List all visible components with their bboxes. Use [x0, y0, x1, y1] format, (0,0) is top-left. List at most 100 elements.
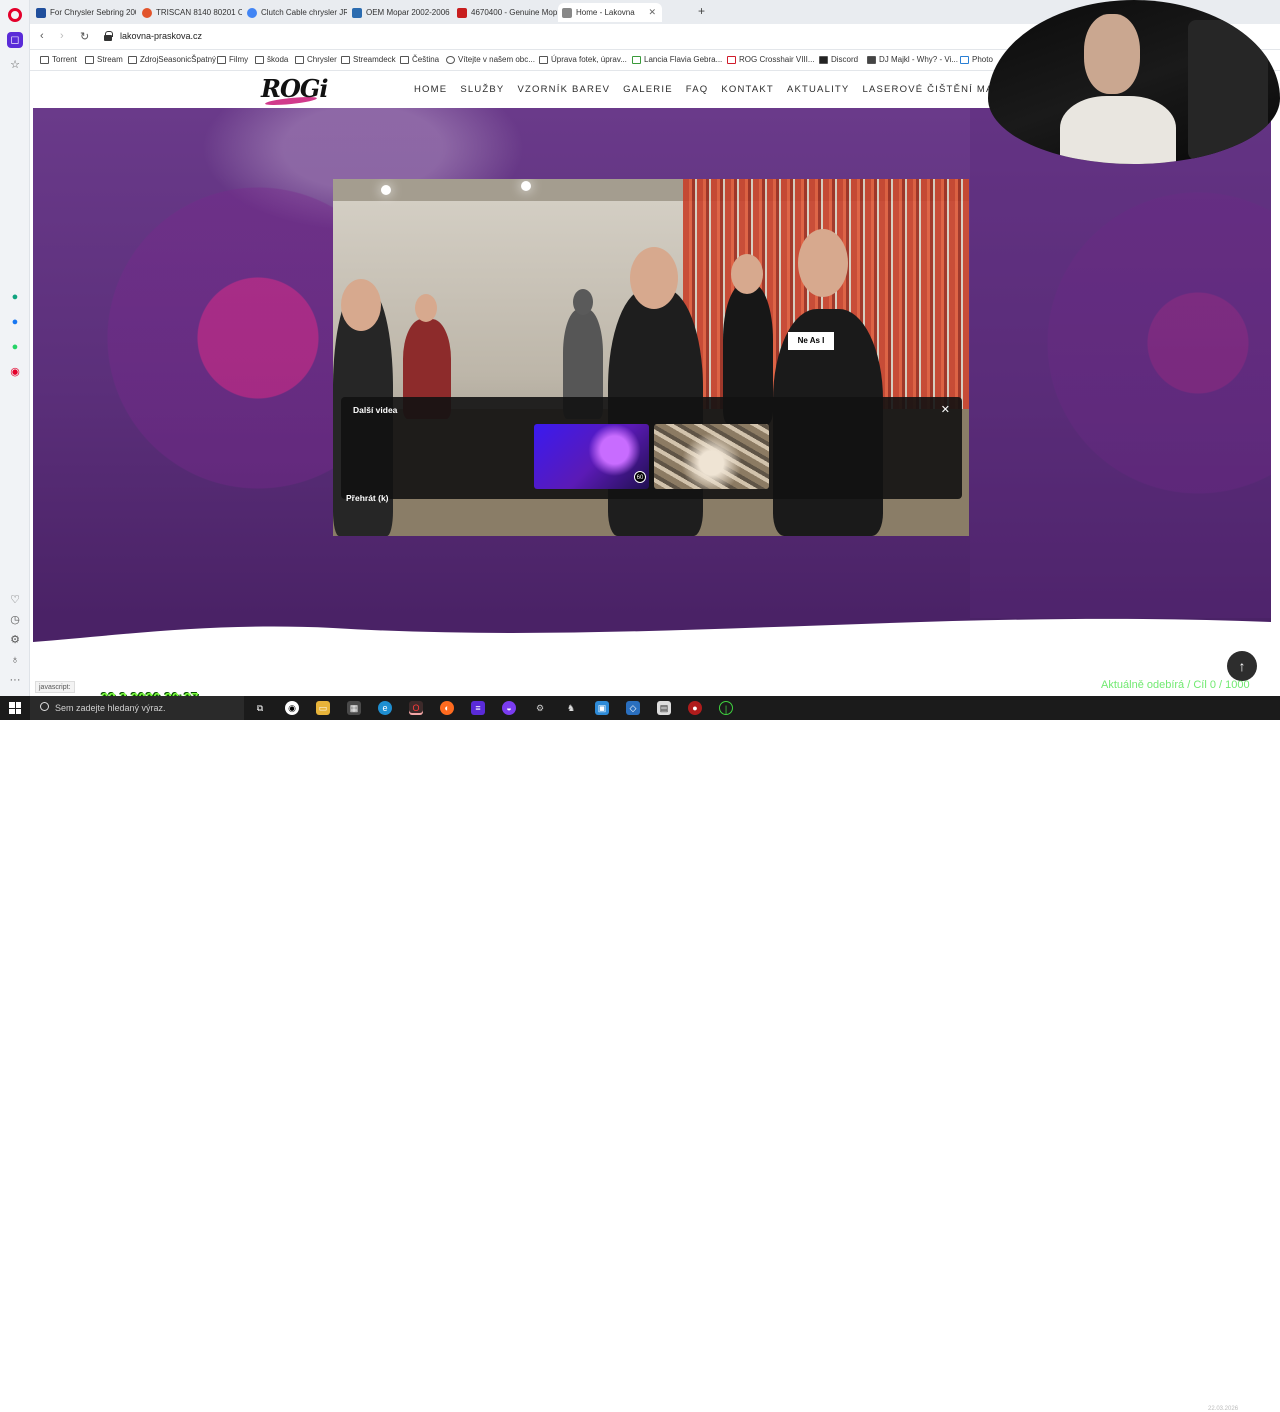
- app-icon[interactable]: ▤: [657, 701, 671, 715]
- music-icon[interactable]: ◉: [7, 364, 23, 380]
- menu-item-faq[interactable]: FAQ: [686, 84, 709, 95]
- play-label[interactable]: Přehrát (k): [346, 493, 389, 503]
- pinboard-icon[interactable]: ☆: [7, 57, 23, 73]
- taskbar-search[interactable]: Sem zadejte hledaný výraz.: [30, 696, 244, 720]
- folder-icon: [400, 56, 409, 64]
- app-icon[interactable]: ●: [688, 701, 702, 715]
- rog-icon: [727, 56, 736, 64]
- tray-date: 22.03.2026: [1208, 1406, 1239, 1412]
- tab-0[interactable]: For Chrysler Sebring 2007: [32, 3, 136, 22]
- video-light: [521, 181, 531, 191]
- workspace-icon[interactable]: ◻: [7, 32, 23, 48]
- more-videos-panel: Další videa ✕ 60 Přehrát (k): [341, 397, 962, 503]
- messenger-icon[interactable]: ●: [7, 314, 23, 330]
- app-icon[interactable]: ◇: [626, 701, 640, 715]
- video-thumbnail[interactable]: [654, 424, 769, 489]
- webcam-person-shirt: [1060, 96, 1176, 164]
- menu-item-sluzby[interactable]: SLUŽBY: [460, 84, 504, 95]
- tab-3[interactable]: OEM Mopar 2002-2006 C: [348, 3, 452, 22]
- bookmark-item[interactable]: ROG Crosshair VIII...: [727, 55, 815, 64]
- back-icon[interactable]: ‹: [40, 30, 44, 42]
- bulb-icon[interactable]: ♁: [7, 652, 23, 668]
- page-icon: [539, 56, 548, 64]
- bookmark-item[interactable]: Chrysler: [295, 55, 337, 64]
- video-person-head: [415, 294, 437, 322]
- bookmark-item[interactable]: Torrent: [40, 55, 77, 64]
- tab-1[interactable]: TRISCAN 8140 80201 CLU: [138, 3, 242, 22]
- bookmark-label: Filmy: [229, 55, 249, 64]
- hero-wave: [33, 618, 1271, 642]
- tab-favicon: [36, 8, 46, 18]
- app-icon[interactable]: ♞: [564, 701, 578, 715]
- bookmark-item[interactable]: Čeština: [400, 55, 439, 64]
- firefox-icon[interactable]: ◐: [440, 701, 454, 715]
- obs-icon[interactable]: ◉: [285, 701, 299, 715]
- video-person-head: [573, 289, 593, 315]
- bookmark-label: DJ Majkl - Why? - Vi...: [879, 55, 958, 64]
- tab-2[interactable]: Clutch Cable chrysler JR 2: [243, 3, 347, 22]
- reload-icon[interactable]: ↻: [80, 30, 89, 43]
- windows-taskbar: Sem zadejte hledaný výraz. ⧉ ◉ ▭ ▦ e O ◐…: [0, 696, 1280, 1412]
- photo-icon: [960, 56, 969, 64]
- url-field[interactable]: lakovna-praskova.cz: [98, 28, 998, 46]
- site-icon: [446, 56, 455, 64]
- bookmark-item[interactable]: škoda: [255, 55, 288, 64]
- menu-item-aktuality[interactable]: AKTUALITY: [787, 84, 850, 95]
- task-view-icon[interactable]: ⧉: [253, 701, 267, 715]
- tab-close-icon[interactable]: ✕: [648, 3, 656, 22]
- video-thumbnail[interactable]: 60: [534, 424, 649, 489]
- bookmark-item[interactable]: Streamdeck: [341, 55, 396, 64]
- new-tab-button[interactable]: +: [698, 4, 705, 18]
- windows-start-icon[interactable]: [9, 702, 21, 714]
- opera-taskbar-icon[interactable]: O: [409, 701, 423, 715]
- tab-label: For Chrysler Sebring 2007: [50, 8, 136, 17]
- site-logo[interactable]: ROGi: [261, 74, 331, 107]
- bookmark-item[interactable]: ZdrojSeasonicŠpatný: [128, 55, 216, 64]
- history-icon[interactable]: ◷: [7, 612, 23, 628]
- bookmark-item[interactable]: Filmy: [217, 55, 248, 64]
- bookmark-label: ROG Crosshair VIII...: [739, 55, 815, 64]
- menu-item-galerie[interactable]: GALERIE: [623, 84, 673, 95]
- folder-icon: [255, 56, 264, 64]
- bookmark-label: Vítejte v našem obc...: [458, 55, 535, 64]
- opera-logo-icon[interactable]: [8, 8, 22, 22]
- site-icon: [632, 56, 641, 64]
- menu-item-home[interactable]: HOME: [414, 84, 447, 95]
- tab-4[interactable]: 4670400 - Genuine Mopa: [453, 3, 557, 22]
- badge-60: 60: [634, 471, 646, 483]
- app-icon[interactable]: ◒: [502, 701, 516, 715]
- bookmark-item[interactable]: Stream: [85, 55, 123, 64]
- store-icon[interactable]: ▦: [347, 701, 361, 715]
- app-icon[interactable]: ▣: [595, 701, 609, 715]
- bookmark-item[interactable]: Vítejte v našem obc...: [446, 55, 535, 64]
- folder-icon: [295, 56, 304, 64]
- forward-icon[interactable]: ›: [60, 30, 64, 42]
- logo-text: ROGi: [261, 74, 328, 103]
- main-menu: HOME SLUŽBY VZORNÍK BAREV GALERIE FAQ KO…: [414, 84, 1041, 95]
- bookmark-item[interactable]: DJ Majkl - Why? - Vi...: [867, 55, 958, 64]
- status-url: javascript:: [35, 681, 75, 693]
- tab-5-active[interactable]: Home - Lakovna ✕: [558, 3, 662, 22]
- tab-label: Home - Lakovna: [576, 8, 635, 17]
- hero-right-panel: [970, 108, 1271, 618]
- app-icon[interactable]: |: [719, 701, 733, 715]
- discord-icon: [819, 56, 828, 64]
- bookmark-item[interactable]: Úprava fotek, úprav...: [539, 55, 627, 64]
- bookmark-label: Chrysler: [307, 55, 337, 64]
- bookmark-item[interactable]: Photo: [960, 55, 993, 64]
- settings-icon[interactable]: ⚙: [7, 632, 23, 648]
- edge-icon[interactable]: e: [378, 701, 392, 715]
- menu-item-kontakt[interactable]: KONTAKT: [721, 84, 774, 95]
- app-icon[interactable]: ≡: [471, 701, 485, 715]
- gear-app-icon[interactable]: ⚙: [533, 701, 547, 715]
- file-explorer-icon[interactable]: ▭: [316, 701, 330, 715]
- menu-item-vzornik-barev[interactable]: VZORNÍK BAREV: [517, 84, 610, 95]
- chatgpt-icon[interactable]: ●: [7, 289, 23, 305]
- more-icon[interactable]: ···: [7, 672, 23, 688]
- heart-icon[interactable]: ♡: [7, 592, 23, 608]
- bookmark-item[interactable]: Discord: [819, 55, 858, 64]
- scroll-to-top-button[interactable]: ↑: [1227, 651, 1257, 681]
- bookmark-item[interactable]: Lancia Flavia Gebra...: [632, 55, 722, 64]
- whatsapp-icon[interactable]: ●: [7, 339, 23, 355]
- close-icon[interactable]: ✕: [941, 403, 950, 416]
